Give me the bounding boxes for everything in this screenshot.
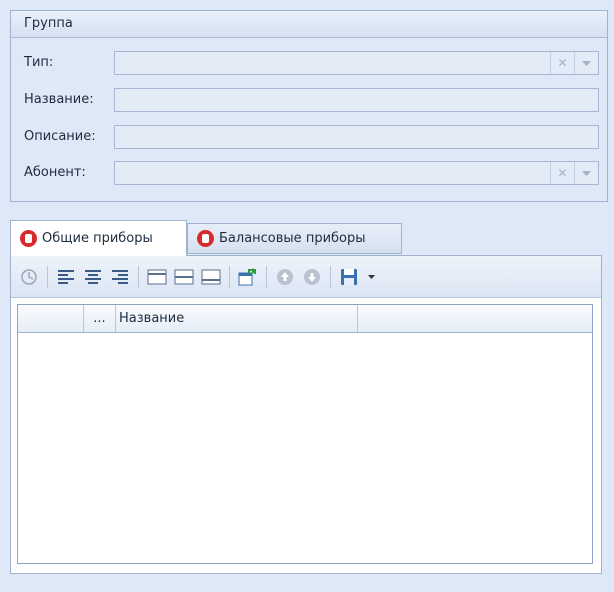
tab-panel: ... Название	[10, 255, 602, 574]
export-icon[interactable]	[236, 265, 260, 289]
toolbar-separator	[229, 265, 230, 288]
group-title: Группа	[11, 11, 607, 38]
toolbar	[11, 256, 601, 298]
dropdown-arrow-icon[interactable]	[574, 162, 598, 184]
move-down-icon[interactable]	[300, 265, 324, 289]
type-combo-buttons: ✕	[550, 52, 598, 74]
row-bottom-icon[interactable]	[199, 265, 223, 289]
grid-column-indicator[interactable]	[18, 305, 84, 332]
toolbar-separator	[138, 265, 139, 288]
grid-column-more[interactable]: ...	[84, 305, 116, 332]
dropdown-arrow-icon[interactable]	[574, 52, 598, 74]
clear-icon[interactable]: ✕	[550, 162, 574, 184]
grid-body[interactable]	[18, 333, 592, 563]
tab-area: Общие приборы Балансовые приборы ... Наз…	[10, 220, 602, 574]
group-panel: Группа Тип: ✕ Название: Описание: Абонен…	[10, 10, 608, 202]
clear-icon[interactable]: ✕	[550, 52, 574, 74]
tab-label: Общие приборы	[42, 231, 153, 246]
device-icon	[197, 230, 214, 247]
type-label: Тип:	[24, 55, 54, 70]
description-input[interactable]	[114, 125, 599, 149]
device-icon	[20, 230, 37, 247]
tab-label: Балансовые приборы	[219, 231, 366, 246]
toolbar-separator	[266, 265, 267, 288]
grid-column-extra[interactable]	[358, 305, 592, 332]
subscriber-label: Абонент:	[24, 165, 86, 180]
bottom-strip	[10, 578, 602, 588]
name-input[interactable]	[114, 88, 599, 112]
devices-grid[interactable]: ... Название	[17, 304, 593, 564]
toolbar-separator	[330, 265, 331, 288]
toolbar-separator	[47, 265, 48, 288]
grid-header: ... Название	[18, 305, 592, 333]
row-top-icon[interactable]	[145, 265, 169, 289]
tab-balance-devices[interactable]: Балансовые приборы	[187, 223, 402, 254]
name-label: Название:	[24, 92, 94, 107]
subscriber-combo-buttons: ✕	[550, 162, 598, 184]
align-left-icon[interactable]	[54, 265, 78, 289]
row-middle-icon[interactable]	[172, 265, 196, 289]
align-right-icon[interactable]	[108, 265, 132, 289]
align-center-icon[interactable]	[81, 265, 105, 289]
tab-general-devices[interactable]: Общие приборы	[10, 220, 187, 256]
description-label: Описание:	[24, 129, 96, 144]
refresh-icon[interactable]	[17, 265, 41, 289]
type-combobox[interactable]: ✕	[114, 51, 599, 75]
save-dropdown-arrow-icon[interactable]	[364, 265, 378, 289]
save-icon[interactable]	[337, 265, 361, 289]
grid-column-name[interactable]: Название	[116, 305, 358, 332]
move-up-icon[interactable]	[273, 265, 297, 289]
subscriber-combobox[interactable]: ✕	[114, 161, 599, 185]
